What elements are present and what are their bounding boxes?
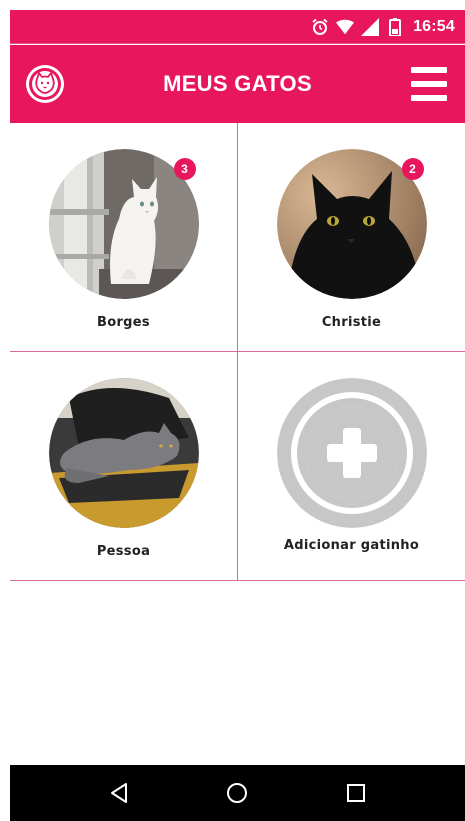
status-time: 16:54: [413, 17, 455, 35]
recents-icon[interactable]: [336, 773, 376, 813]
menu-bar-line: [411, 67, 447, 73]
cat-name: Borges: [97, 315, 150, 330]
add-circle-icon[interactable]: [276, 378, 427, 528]
signal-icon: [361, 17, 380, 36]
cat-avatar-wrapper: 3: [48, 149, 199, 299]
page-title: MEUS GATOS: [163, 71, 312, 96]
cat-card-pessoa[interactable]: Pessoa: [10, 352, 238, 581]
battery-icon: [386, 17, 404, 36]
wifi-icon: [336, 18, 355, 36]
notification-badge: 2: [401, 158, 424, 180]
app-bar: MEUS GATOS: [10, 45, 465, 123]
navigation-bar: [10, 765, 465, 821]
cat-card-christie[interactable]: 2 Christie: [238, 123, 465, 352]
menu-bar-line: [411, 81, 447, 87]
hamburger-menu-icon[interactable]: [411, 67, 447, 101]
add-cat-label: Adicionar gatinho: [283, 538, 420, 553]
back-icon[interactable]: [99, 773, 139, 813]
cat-card-borges[interactable]: 3 Borges: [10, 123, 238, 352]
menu-bar-line: [411, 95, 447, 101]
home-icon[interactable]: [217, 773, 257, 813]
add-icon-wrapper: [276, 378, 427, 528]
cats-grid: 3 Borges 2 Christie Pessoa Adicionar gat…: [10, 123, 465, 583]
status-bar: 16:54: [10, 10, 465, 44]
gray-cat-photo: [48, 378, 199, 528]
cat-avatar-wrapper: 2: [276, 149, 427, 299]
notification-badge: 3: [173, 158, 196, 180]
cat-name: Pessoa: [96, 544, 151, 559]
add-cat-card[interactable]: Adicionar gatinho: [238, 352, 465, 581]
cat-avatar-wrapper: [48, 378, 199, 528]
cat-logo-icon[interactable]: [26, 65, 64, 103]
alarm-icon: [311, 18, 329, 36]
cat-name: Christie: [321, 315, 382, 330]
app-screen: 16:54 MEUS GATOS 3 Borges 2 Christie Pes…: [0, 0, 465, 821]
